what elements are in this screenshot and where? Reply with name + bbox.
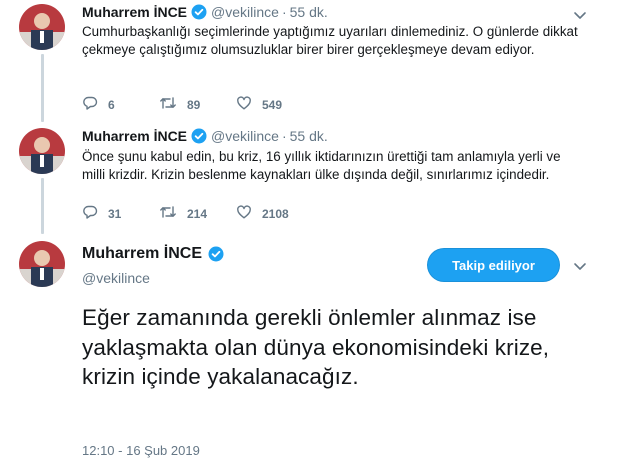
avatar[interactable] [19,4,65,50]
tweet-actions: 31 214 2108 [82,204,313,223]
chevron-down-icon[interactable] [573,259,587,273]
author-name-row: Muharrem İNCE [82,245,228,263]
retweet-button[interactable]: 214 [159,204,236,223]
like-count: 549 [262,97,283,112]
tweet-text: Eğer zamanında gerekli önlemler alınmaz … [82,305,550,389]
reply-button[interactable]: 6 [82,95,159,114]
reply-button[interactable]: 31 [82,204,159,223]
separator: · [281,128,287,144]
separator: · [281,4,287,20]
avatar[interactable] [19,128,65,174]
heart-icon [236,204,262,223]
tweet-actions: 6 89 549 [82,95,313,114]
author-name[interactable]: Muharrem İNCE [82,245,202,263]
tweet[interactable]: Muharrem İNCE @vekilince · 55 dk. Önce ş… [0,124,623,232]
like-button[interactable]: 2108 [236,204,313,223]
chevron-down-icon[interactable] [573,8,587,22]
reply-icon [82,204,108,223]
reply-icon [82,95,108,114]
retweet-icon [159,204,187,223]
verified-badge-icon [191,4,207,20]
retweet-count: 89 [187,97,201,112]
tweet-text: Cumhurbaşkanlığı seçimlerinde yaptığımız… [82,24,578,57]
like-count: 2108 [262,206,289,221]
tweet-text: Önce şunu kabul edin, bu kriz, 16 yıllık… [82,149,561,182]
tweet-header: Muharrem İNCE @vekilince · 55 dk. [82,4,328,20]
author-name[interactable]: Muharrem İNCE [82,4,187,20]
reply-count: 6 [108,97,115,112]
following-button[interactable]: Takip ediliyor [428,249,559,281]
tweet[interactable]: Muharrem İNCE @vekilince · 55 dk. Cumhur… [0,0,623,120]
author-handle[interactable]: @vekilince [82,270,150,286]
heart-icon [236,95,262,114]
retweet-button[interactable]: 89 [159,95,236,114]
like-button[interactable]: 549 [236,95,313,114]
tweet-timestamp[interactable]: 12:10 - 16 Şub 2019 [82,443,200,458]
retweet-count: 214 [187,206,208,221]
retweet-icon [159,95,187,114]
tweet-header: Muharrem İNCE @vekilince · 55 dk. [82,128,328,144]
avatar[interactable] [19,241,65,287]
author-name[interactable]: Muharrem İNCE [82,128,187,144]
author-handle[interactable]: @vekilince [211,128,279,144]
verified-badge-icon [208,246,224,262]
verified-badge-icon [191,128,207,144]
tweet-time[interactable]: 55 dk. [290,4,328,20]
author-handle[interactable]: @vekilince [211,4,279,20]
tweet-time[interactable]: 55 dk. [290,128,328,144]
reply-count: 31 [108,206,122,221]
